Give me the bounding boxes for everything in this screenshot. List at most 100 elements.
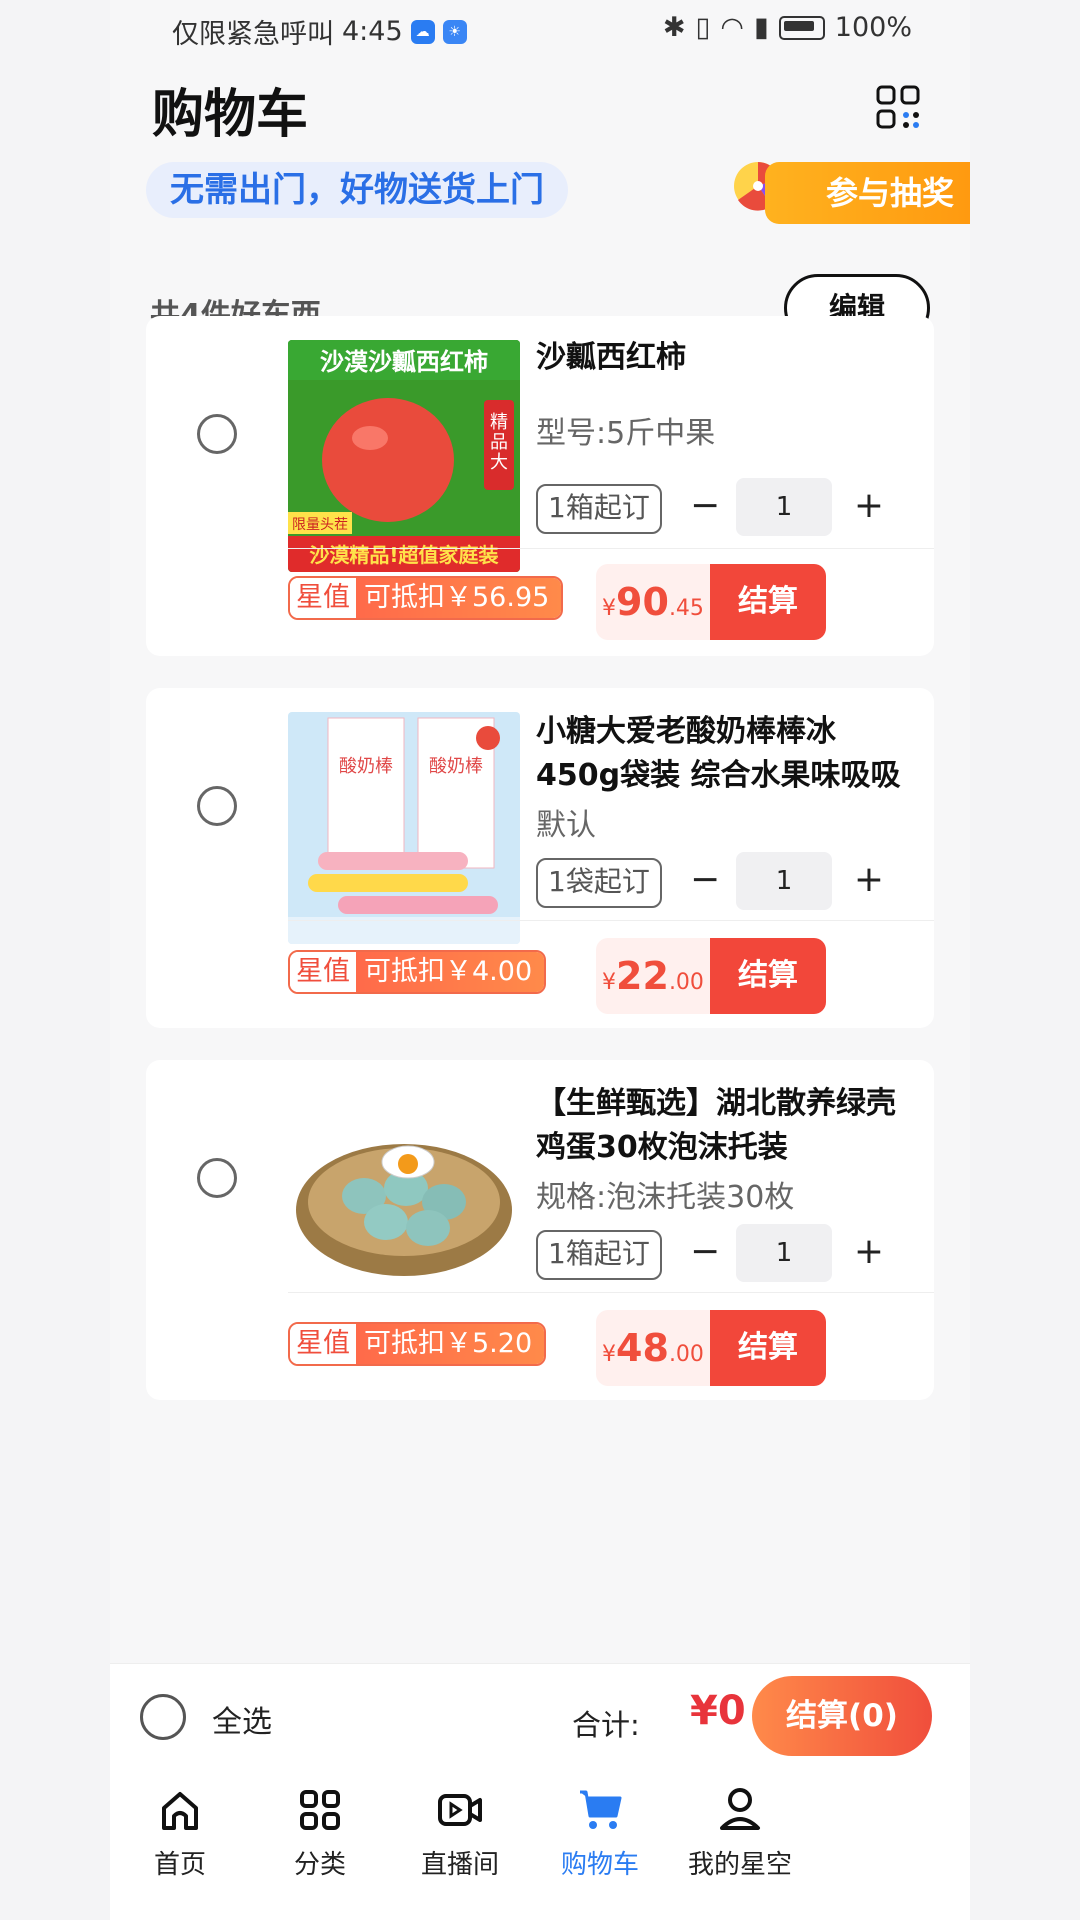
status-right: ✱ ▯ ◠ ▮ 100% <box>663 12 912 43</box>
tag-left: 星值 <box>290 578 356 618</box>
app-screen: 仅限紧急呼叫 4:45 ☁ ☀ ✱ ▯ ◠ ▮ 100% 购物车 无需出门，好物… <box>110 0 970 1920</box>
svg-text:大: 大 <box>490 452 508 473</box>
tab-label: 直播间 <box>420 1850 499 1880</box>
tab-cart[interactable]: 购物车 <box>530 1786 670 1881</box>
qty-input[interactable]: 1 <box>736 478 832 536</box>
battery-text: 100% <box>834 12 912 43</box>
product-name[interactable]: 【生鲜甄选】湖北散养绿壳鸡蛋30枚泡沫托装 <box>536 1082 916 1170</box>
checkout-button[interactable]: 结算(0) <box>752 1676 932 1756</box>
qty-decrease-button[interactable]: − <box>690 482 720 530</box>
price-decimal: .00 <box>668 970 704 995</box>
total-value: ¥0 <box>690 1688 746 1734</box>
item-checkout-button[interactable]: 结算 <box>710 564 826 640</box>
status-left: 仅限紧急呼叫 4:45 ☁ ☀ <box>172 12 467 51</box>
vibrate-icon: ▯ <box>695 12 711 43</box>
item-price: ¥22.00 <box>596 938 710 1014</box>
price-decimal: .00 <box>668 1342 704 1367</box>
video-icon <box>438 1794 482 1826</box>
qty-increase-button[interactable]: + <box>851 482 887 530</box>
carrier-text: 仅限紧急呼叫 <box>172 19 334 50</box>
tab-label: 首页 <box>153 1850 206 1880</box>
qty-increase-button[interactable]: + <box>851 1228 887 1276</box>
item-select-radio[interactable] <box>197 414 237 454</box>
star-value-tag: 星值 可抵扣￥56.95 <box>288 576 564 620</box>
item-price: ¥48.00 <box>596 1310 710 1386</box>
cart-item: 沙漠沙瓤西红柿 精 品 大 限量头茬 沙漠精品!超值家庭装 沙瓤西红柿 型号:5… <box>146 316 934 656</box>
product-spec: 规格:泡沫托装30枚 <box>536 1180 795 1215</box>
tab-label: 分类 <box>293 1850 346 1880</box>
divider <box>288 920 934 921</box>
qty-decrease-button[interactable]: − <box>690 856 720 904</box>
select-all-radio[interactable] <box>140 1694 186 1740</box>
qty-input[interactable]: 1 <box>736 852 832 910</box>
qty-decrease-button[interactable]: − <box>690 1228 720 1276</box>
product-spec: 默认 <box>536 808 596 843</box>
cart-item: 酸奶棒 酸奶棒 小糖大爱老酸奶棒棒冰450g袋装 综合水果味吸吸 默认 1袋起订… <box>146 688 934 1028</box>
battery-icon <box>778 15 825 40</box>
weather-sun-icon: ☀ <box>442 19 467 44</box>
svg-text:沙漠精品!超值家庭装: 沙漠精品!超值家庭装 <box>309 543 498 567</box>
svg-text:酸奶棒: 酸奶棒 <box>339 756 393 777</box>
slogan-banner: 无需出门，好物送货上门 <box>146 162 568 218</box>
total-label: 合计: <box>572 1708 640 1742</box>
cart-icon <box>580 1790 622 1829</box>
svg-text:沙漠沙瓤西红柿: 沙漠沙瓤西红柿 <box>320 348 488 376</box>
tag-right: 可抵扣￥56.95 <box>356 578 562 618</box>
product-spec: 型号:5斤中果 <box>536 416 716 451</box>
lottery-button[interactable]: 参与抽奖 <box>765 162 970 224</box>
svg-text:酸奶棒: 酸奶棒 <box>429 756 483 777</box>
product-image-eggs[interactable] <box>288 1084 520 1316</box>
tab-profile[interactable]: 我的星空 <box>670 1786 810 1881</box>
svg-text:品: 品 <box>490 432 508 453</box>
min-order-badge: 1箱起订 <box>536 1230 662 1280</box>
qty-increase-button[interactable]: + <box>851 856 887 904</box>
tab-category[interactable]: 分类 <box>250 1786 390 1881</box>
price-symbol: ¥ <box>602 1342 617 1367</box>
svg-text:限量头茬: 限量头茬 <box>292 517 348 533</box>
product-name[interactable]: 小糖大爱老酸奶棒棒冰450g袋装 综合水果味吸吸 <box>536 710 916 798</box>
qty-input[interactable]: 1 <box>736 1224 832 1282</box>
item-checkout-button[interactable]: 结算 <box>710 938 826 1014</box>
tag-left: 星值 <box>290 952 356 992</box>
price-integer: 48 <box>616 1326 669 1370</box>
page-title: 购物车 <box>152 85 309 145</box>
price-integer: 22 <box>616 954 669 998</box>
svg-text:精: 精 <box>490 412 508 433</box>
select-all-label[interactable]: 全选 <box>212 1697 272 1741</box>
price-symbol: ¥ <box>602 596 617 621</box>
status-bar: 仅限紧急呼叫 4:45 ☁ ☀ ✱ ▯ ◠ ▮ 100% <box>110 0 970 60</box>
item-select-radio[interactable] <box>197 1158 237 1198</box>
scan-icon[interactable] <box>876 85 920 129</box>
grid-icon <box>300 1790 340 1830</box>
product-name[interactable]: 沙瓤西红柿 <box>536 336 916 380</box>
item-checkout-button[interactable]: 结算 <box>710 1310 826 1386</box>
home-icon <box>162 1792 198 1830</box>
cart-item: 【生鲜甄选】湖北散养绿壳鸡蛋30枚泡沫托装 规格:泡沫托装30枚 1箱起订 − … <box>146 1060 934 1400</box>
checkout-bar: 全选 合计: ¥0 结算(0) <box>110 1663 970 1769</box>
product-image-yogurt-ice[interactable]: 酸奶棒 酸奶棒 <box>288 712 520 944</box>
signal-icon: ▮ <box>753 12 769 43</box>
price-integer: 90 <box>616 580 669 624</box>
bottom-tab-bar: 首页 分类 直播间 购物车 我的星空 <box>110 1768 970 1920</box>
star-value-tag: 星值 可抵扣￥5.20 <box>288 1322 547 1366</box>
price-decimal: .45 <box>668 596 704 621</box>
bluetooth-icon: ✱ <box>662 12 686 43</box>
tab-label: 购物车 <box>560 1850 639 1880</box>
tag-left: 星值 <box>290 1324 356 1364</box>
user-icon <box>720 1788 760 1830</box>
tab-home[interactable]: 首页 <box>110 1786 250 1881</box>
weather-icon: ☁ <box>410 19 435 44</box>
product-image-tomato[interactable]: 沙漠沙瓤西红柿 精 品 大 限量头茬 沙漠精品!超值家庭装 <box>288 340 520 572</box>
price-symbol: ¥ <box>602 970 617 995</box>
min-order-badge: 1箱起订 <box>536 484 662 534</box>
min-order-badge: 1袋起订 <box>536 858 662 908</box>
clock: 4:45 <box>342 16 403 47</box>
divider <box>288 548 934 549</box>
tag-right: 可抵扣￥4.00 <box>356 952 545 992</box>
wifi-icon: ◠ <box>720 12 744 43</box>
tag-right: 可抵扣￥5.20 <box>356 1324 545 1364</box>
item-select-radio[interactable] <box>197 786 237 826</box>
tab-live[interactable]: 直播间 <box>390 1786 530 1881</box>
item-price: ¥90.45 <box>596 564 710 640</box>
tab-label: 我的星空 <box>687 1850 792 1880</box>
